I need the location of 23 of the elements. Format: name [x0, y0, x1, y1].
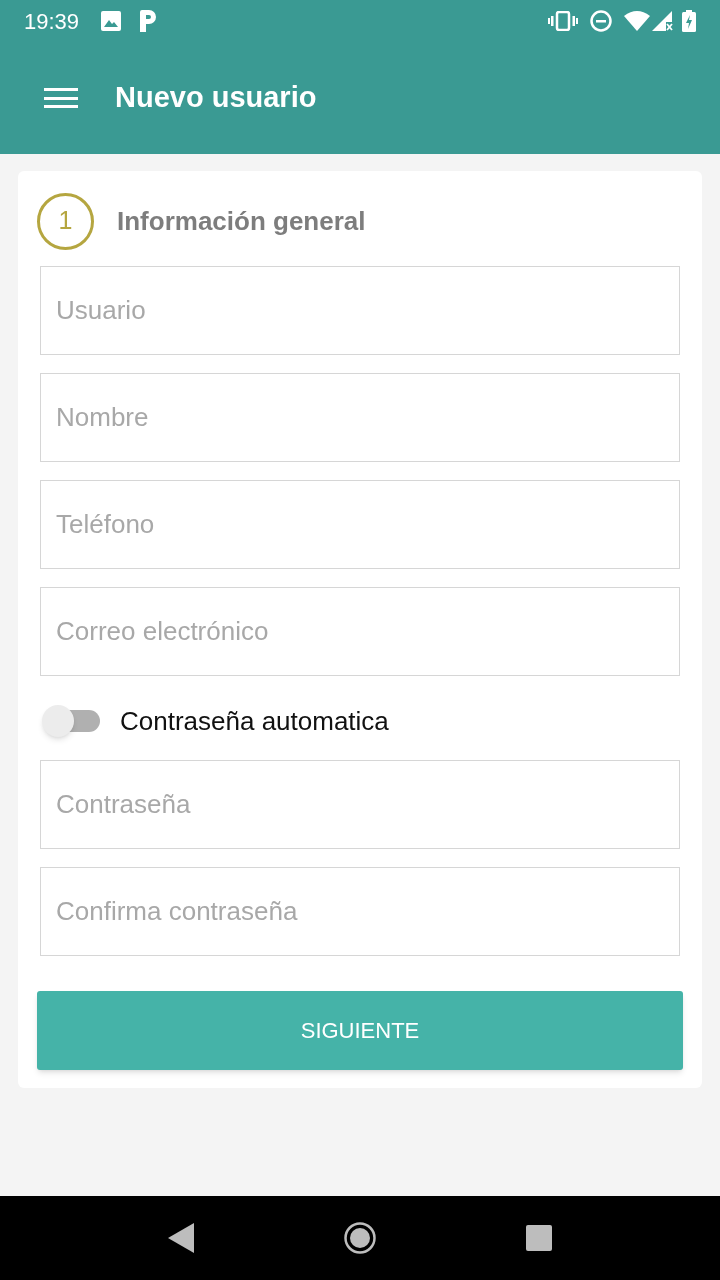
input-field[interactable]: Confirma contraseña: [40, 867, 680, 956]
do-not-disturb-icon: [590, 10, 612, 32]
step-number: 1: [37, 192, 94, 250]
input-field[interactable]: Nombre: [40, 373, 680, 462]
input-field[interactable]: Correo electrónico: [40, 587, 680, 676]
input-field[interactable]: Usuario: [40, 266, 680, 355]
wifi-icon: [624, 11, 650, 31]
toggle-label: Contraseña automatica: [120, 704, 389, 738]
step-title: Información general: [117, 204, 366, 238]
battery-icon: [682, 10, 696, 32]
notification-icon: [139, 10, 158, 32]
back-icon[interactable]: [168, 1223, 194, 1253]
input-field[interactable]: Teléfono: [40, 480, 680, 569]
signal-icon: [652, 11, 674, 31]
image-icon: [101, 11, 122, 31]
app-bar-title: Nuevo usuario: [115, 80, 317, 116]
home-icon[interactable]: [344, 1222, 376, 1254]
input-field[interactable]: Contraseña: [40, 760, 680, 849]
toggle-switch[interactable]: [40, 704, 100, 738]
vibrate-icon: [548, 11, 578, 31]
next-button[interactable]: SIGUIENTE: [37, 991, 683, 1070]
status-time: 19:39: [24, 7, 80, 36]
menu-button[interactable]: [44, 86, 78, 110]
